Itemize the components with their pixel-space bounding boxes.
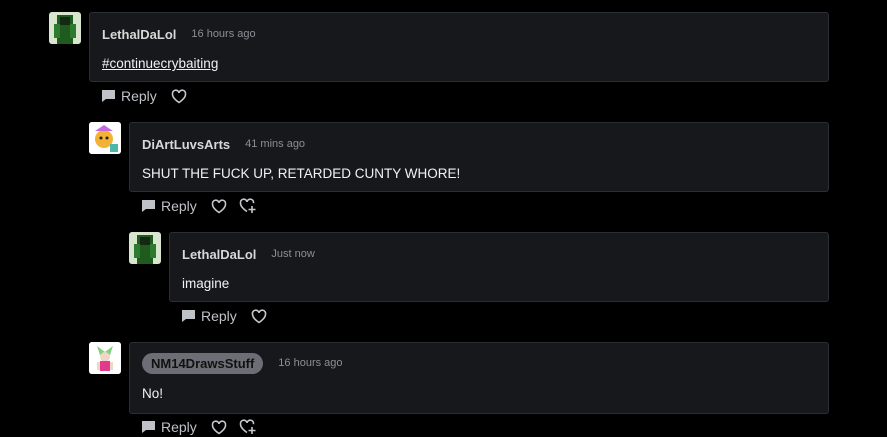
green-character-avatar-icon: [129, 232, 161, 264]
comment-card: LethalDaLol 16 hours ago #continuecrybai…: [89, 12, 829, 82]
like-button[interactable]: [251, 308, 267, 324]
heart-plus-icon: [239, 419, 256, 434]
comment-text: No!: [142, 386, 164, 401]
reply-button[interactable]: Reply: [141, 198, 197, 214]
reply-label: Reply: [121, 88, 157, 104]
gift-button[interactable]: [239, 198, 257, 214]
comment-text[interactable]: #continuecrybaiting: [102, 56, 218, 71]
comment-card: LethalDaLol Just now imagine: [169, 232, 829, 302]
comment-card: NM14DrawsStuff 16 hours ago No!: [129, 342, 829, 414]
comment-timestamp: 16 hours ago: [191, 28, 256, 40]
comment-text: SHUT THE FUCK UP, RETARDED CUNTY WHORE!: [142, 166, 461, 181]
cartoon-avatar-icon: [89, 122, 121, 154]
comment-avatar[interactable]: [49, 12, 81, 44]
comment-actions: Reply: [101, 86, 199, 106]
speech-bubble-icon: [182, 310, 195, 322]
gift-button[interactable]: [239, 419, 257, 435]
comment-actions: Reply: [141, 417, 269, 437]
speech-bubble-icon: [142, 200, 155, 212]
like-button[interactable]: [211, 198, 227, 214]
comment-username[interactable]: LethalDaLol: [182, 247, 256, 262]
comment-username[interactable]: DiArtLuvsArts: [142, 137, 230, 152]
heart-icon: [251, 308, 267, 323]
green-character-avatar-icon: [49, 12, 81, 44]
comment-username[interactable]: LethalDaLol: [102, 27, 176, 42]
heart-plus-icon: [239, 198, 256, 213]
comment-actions: Reply: [181, 306, 279, 326]
like-button[interactable]: [171, 88, 187, 104]
comment-text: imagine: [182, 276, 230, 291]
reply-button[interactable]: Reply: [141, 419, 197, 435]
comment-card: DiArtLuvsArts 41 mins ago SHUT THE FUCK …: [129, 122, 829, 192]
reply-label: Reply: [161, 419, 197, 435]
pink-character-avatar-icon: [89, 342, 121, 374]
like-button[interactable]: [211, 419, 227, 435]
comment-timestamp: 16 hours ago: [278, 357, 343, 369]
heart-icon: [211, 419, 227, 434]
heart-icon: [171, 88, 187, 103]
comment-timestamp: 41 mins ago: [245, 138, 306, 150]
comment-avatar[interactable]: [89, 122, 121, 154]
reply-label: Reply: [161, 198, 197, 214]
reply-button[interactable]: Reply: [101, 88, 157, 104]
comment-username-pill[interactable]: NM14DrawsStuff: [142, 352, 264, 374]
comment-actions: Reply: [141, 196, 269, 216]
reply-label: Reply: [201, 308, 237, 324]
reply-button[interactable]: Reply: [181, 308, 237, 324]
comment-timestamp: Just now: [271, 248, 315, 260]
comment-avatar[interactable]: [89, 342, 121, 374]
comment-avatar[interactable]: [129, 232, 161, 264]
heart-icon: [211, 198, 227, 213]
speech-bubble-icon: [102, 90, 115, 102]
